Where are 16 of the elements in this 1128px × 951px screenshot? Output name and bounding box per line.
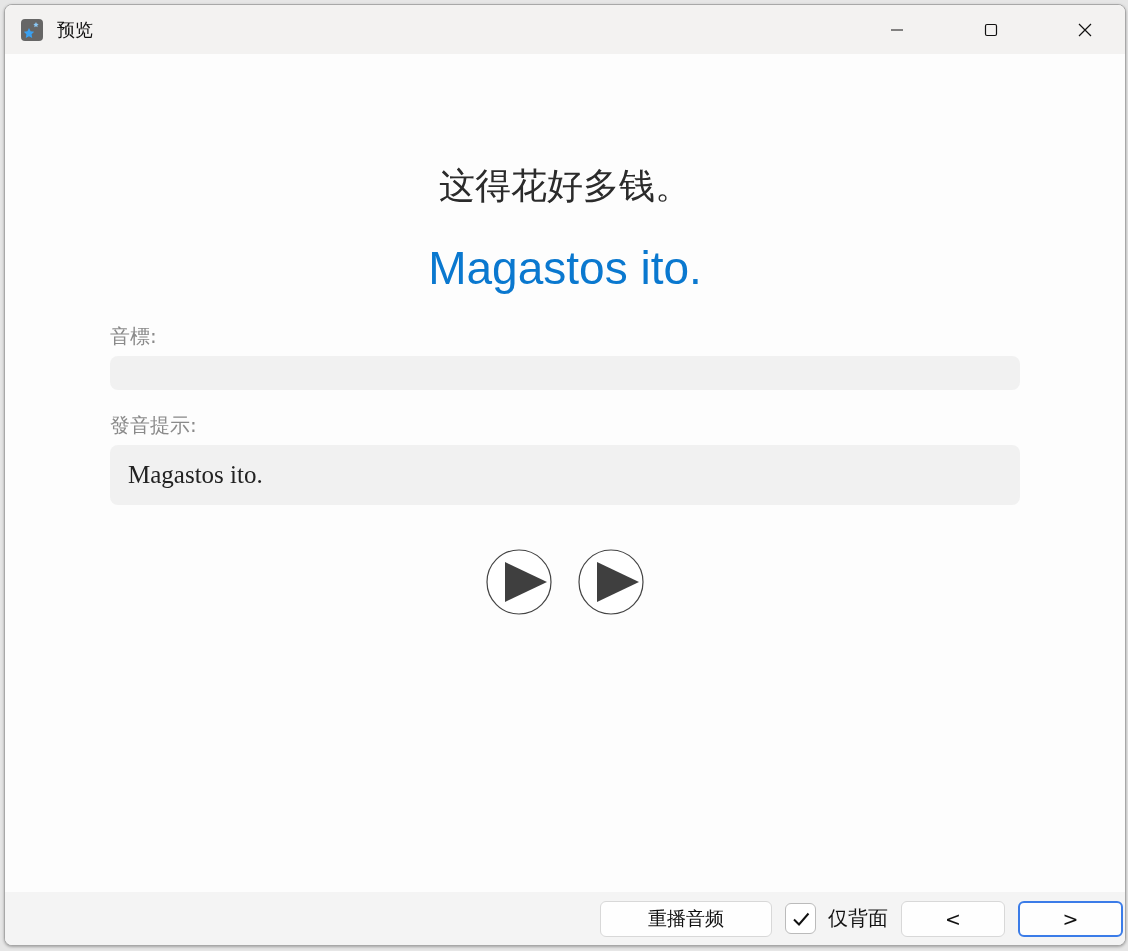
previous-button[interactable]: < — [901, 900, 1005, 937]
card-back-text: Magastos ito. — [428, 241, 702, 295]
maximize-icon — [983, 21, 999, 38]
back-only-checkbox[interactable] — [785, 903, 816, 934]
field-label: 音標: — [110, 323, 158, 350]
minimize-icon — [890, 28, 904, 31]
close-icon — [1077, 21, 1093, 38]
window-title: 预览 — [57, 17, 94, 42]
play-button[interactable] — [578, 549, 644, 615]
play-button[interactable] — [486, 549, 552, 615]
card-front-text: 这得花好多钱。 — [439, 164, 691, 208]
next-button[interactable]: > — [1018, 900, 1123, 937]
checkbox-label: 仅背面 — [828, 905, 888, 932]
replay-audio-button[interactable]: 重播音频 — [600, 900, 772, 937]
field-label: 發音提示: — [110, 412, 198, 439]
field-value: Magastos ito. — [110, 445, 1020, 505]
